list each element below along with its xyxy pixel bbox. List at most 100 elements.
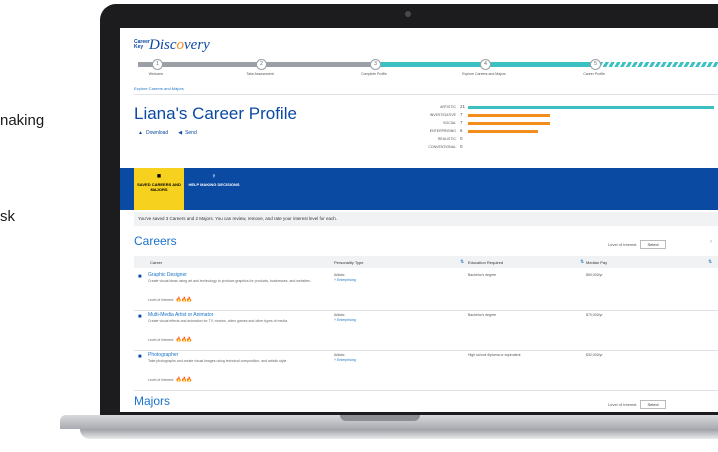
- send-icon: ◀: [178, 130, 183, 136]
- trait-bar: [468, 122, 550, 125]
- base-shadow: [80, 429, 718, 439]
- trait-row: CONVENTIONAL 0: [416, 144, 716, 152]
- education-required: Bachelor's degree: [468, 273, 497, 277]
- logo-small-text: Career Key: [134, 39, 150, 50]
- interest-level[interactable]: Level of Interest: 🔥🔥🔥: [148, 337, 193, 343]
- divider: [134, 390, 718, 391]
- trait-row: ARTISTIC 21: [416, 104, 716, 112]
- personality-type: Artistic + Enterprising: [334, 353, 356, 362]
- interest-level[interactable]: Level of Interest: 🔥🔥🔥: [148, 297, 193, 303]
- sort-icon[interactable]: ⇅: [460, 259, 464, 265]
- career-desc: Create visual ideas using art and techno…: [148, 279, 311, 283]
- flame-icon: 🔥🔥🔥: [175, 337, 193, 343]
- trait-bar: [468, 114, 550, 117]
- step-label: Career Profile: [583, 72, 605, 76]
- interest-select[interactable]: Select: [640, 240, 666, 249]
- majors-heading: Majors: [134, 394, 171, 408]
- col-career[interactable]: Career: [150, 260, 162, 265]
- step-label: Explore Careers and Majors: [462, 72, 506, 76]
- col-personality[interactable]: Personality Type: [334, 260, 364, 265]
- trait-value: 0: [460, 136, 463, 141]
- majors-interest-filter[interactable]: Level of Interest Select: [608, 400, 666, 409]
- table-row[interactable]: ■ Multi-Media Artist or Animator Create vi…: [134, 310, 718, 351]
- flame-icon: 🔥🔥🔥: [175, 377, 193, 383]
- trait-bar: [468, 130, 539, 133]
- sort-icon[interactable]: ⇅: [580, 259, 584, 265]
- step-dot: 3: [370, 59, 381, 70]
- laptop-frame: Career Key Discovery 1 2 3 4 5 Welcome T…: [100, 4, 718, 424]
- app-logo[interactable]: Career Key Discovery: [134, 36, 210, 54]
- col-education[interactable]: Education Required: [468, 260, 503, 265]
- bookmark-icon[interactable]: ■: [138, 314, 142, 320]
- camera-icon: [405, 11, 411, 17]
- trait-label: CONVENTIONAL: [428, 145, 456, 149]
- majors-interest-select[interactable]: Select: [640, 400, 666, 409]
- page-title: Liana's Career Profile: [134, 104, 297, 123]
- tab-saved-careers[interactable]: ■ SAVED CAREERS AND MAJORS: [134, 168, 184, 210]
- interest-filter[interactable]: Level of Interest Select: [608, 240, 666, 249]
- trait-label: SOCIAL: [443, 121, 456, 125]
- trait-value: 7: [460, 120, 463, 125]
- career-desc: Take photographs and create visual image…: [148, 359, 288, 363]
- step-dot: 5: [590, 59, 601, 70]
- table-row[interactable]: ■ Graphic Designer Create visual ideas usi…: [134, 270, 718, 311]
- median-pay: $32,000/yr: [586, 353, 603, 357]
- send-button[interactable]: ◀ Send: [178, 130, 197, 136]
- download-icon: ▲: [138, 130, 143, 136]
- progress-tracker: 1 2 3 4 5 Welcome Take Assessment Comple…: [134, 58, 718, 80]
- info-banner: You've saved 3 Careers and 2 Majors. You…: [134, 212, 718, 226]
- bookmark-icon[interactable]: ■: [138, 354, 142, 360]
- table-row[interactable]: ■ Photographer Take photographs and create…: [134, 350, 718, 391]
- trait-label: ENTERPRISING: [429, 129, 456, 133]
- divider: [134, 94, 718, 95]
- tab-help-decisions[interactable]: ♀ HELP MAKING DECISIONS: [188, 168, 240, 210]
- col-pay[interactable]: Median Pay: [586, 260, 607, 265]
- education-required: Bachelor's degree: [468, 313, 497, 317]
- laptop-base: [0, 415, 718, 452]
- bookmark-icon: ■: [156, 173, 162, 180]
- trait-row: INVESTIGATIVE 7: [416, 112, 716, 120]
- base-notch: [340, 415, 420, 421]
- career-desc: Create visual effects and animation for …: [148, 319, 289, 323]
- trait-value: 7: [460, 112, 463, 117]
- profile-actions: ▲ Download ◀ Send: [138, 130, 197, 136]
- step-dot: 1: [152, 59, 163, 70]
- laptop-screen: Career Key Discovery 1 2 3 4 5 Welcome T…: [120, 28, 718, 412]
- side-text-2: sk: [0, 208, 15, 225]
- table-header: Career Personality Type ⇅ Education Requ…: [134, 256, 718, 268]
- trait-row: SOCIAL 7: [416, 120, 716, 128]
- download-button[interactable]: ▲ Download: [138, 130, 168, 136]
- personality-chart: ARTISTIC 21 INVESTIGATIVE 7 SOCIAL 7 ENTERPRIS…: [416, 104, 716, 152]
- step-label: Welcome: [148, 72, 164, 76]
- career-title[interactable]: Graphic Designer: [148, 272, 187, 278]
- career-title[interactable]: Photographer: [148, 352, 178, 358]
- trait-row: REALISTIC 0: [416, 136, 716, 144]
- step-dot: 4: [480, 59, 491, 70]
- trait-value: 0: [460, 144, 463, 149]
- step-label: Take Assessment: [246, 72, 274, 76]
- personality-type: Artistic + Enterprising: [334, 273, 356, 282]
- step-dot: 2: [256, 59, 267, 70]
- interest-level[interactable]: Level of Interest: 🔥🔥🔥: [148, 377, 193, 383]
- careers-heading: Careers: [134, 234, 177, 248]
- trait-value: 6: [460, 128, 463, 133]
- logo-main-text: Discovery: [149, 36, 210, 53]
- trait-label: INVESTIGATIVE: [429, 113, 456, 117]
- step-label: Complete Profile: [361, 72, 387, 76]
- personality-type: Artistic + Enterprising: [334, 313, 356, 322]
- median-pay: $50,000/yr: [586, 273, 603, 277]
- career-title[interactable]: Multi-Media Artist or Animator: [148, 312, 213, 318]
- side-text-1: naking: [0, 112, 45, 129]
- breadcrumb[interactable]: Explore Careers and Majors: [134, 86, 184, 91]
- bookmark-icon[interactable]: ■: [138, 274, 142, 280]
- sort-icon[interactable]: ⇅: [708, 259, 712, 265]
- lightbulb-icon: ♀: [211, 173, 217, 180]
- trait-value: 21: [460, 104, 466, 109]
- median-pay: $70,000/yr: [586, 313, 603, 317]
- trait-label: REALISTIC: [437, 137, 456, 141]
- trait-bar: [468, 106, 714, 109]
- chevron-right-icon[interactable]: ›: [710, 239, 712, 245]
- trait-row: ENTERPRISING 6: [416, 128, 716, 136]
- education-required: High school diploma or equivalent: [468, 353, 521, 357]
- progress-remaining: [594, 62, 718, 67]
